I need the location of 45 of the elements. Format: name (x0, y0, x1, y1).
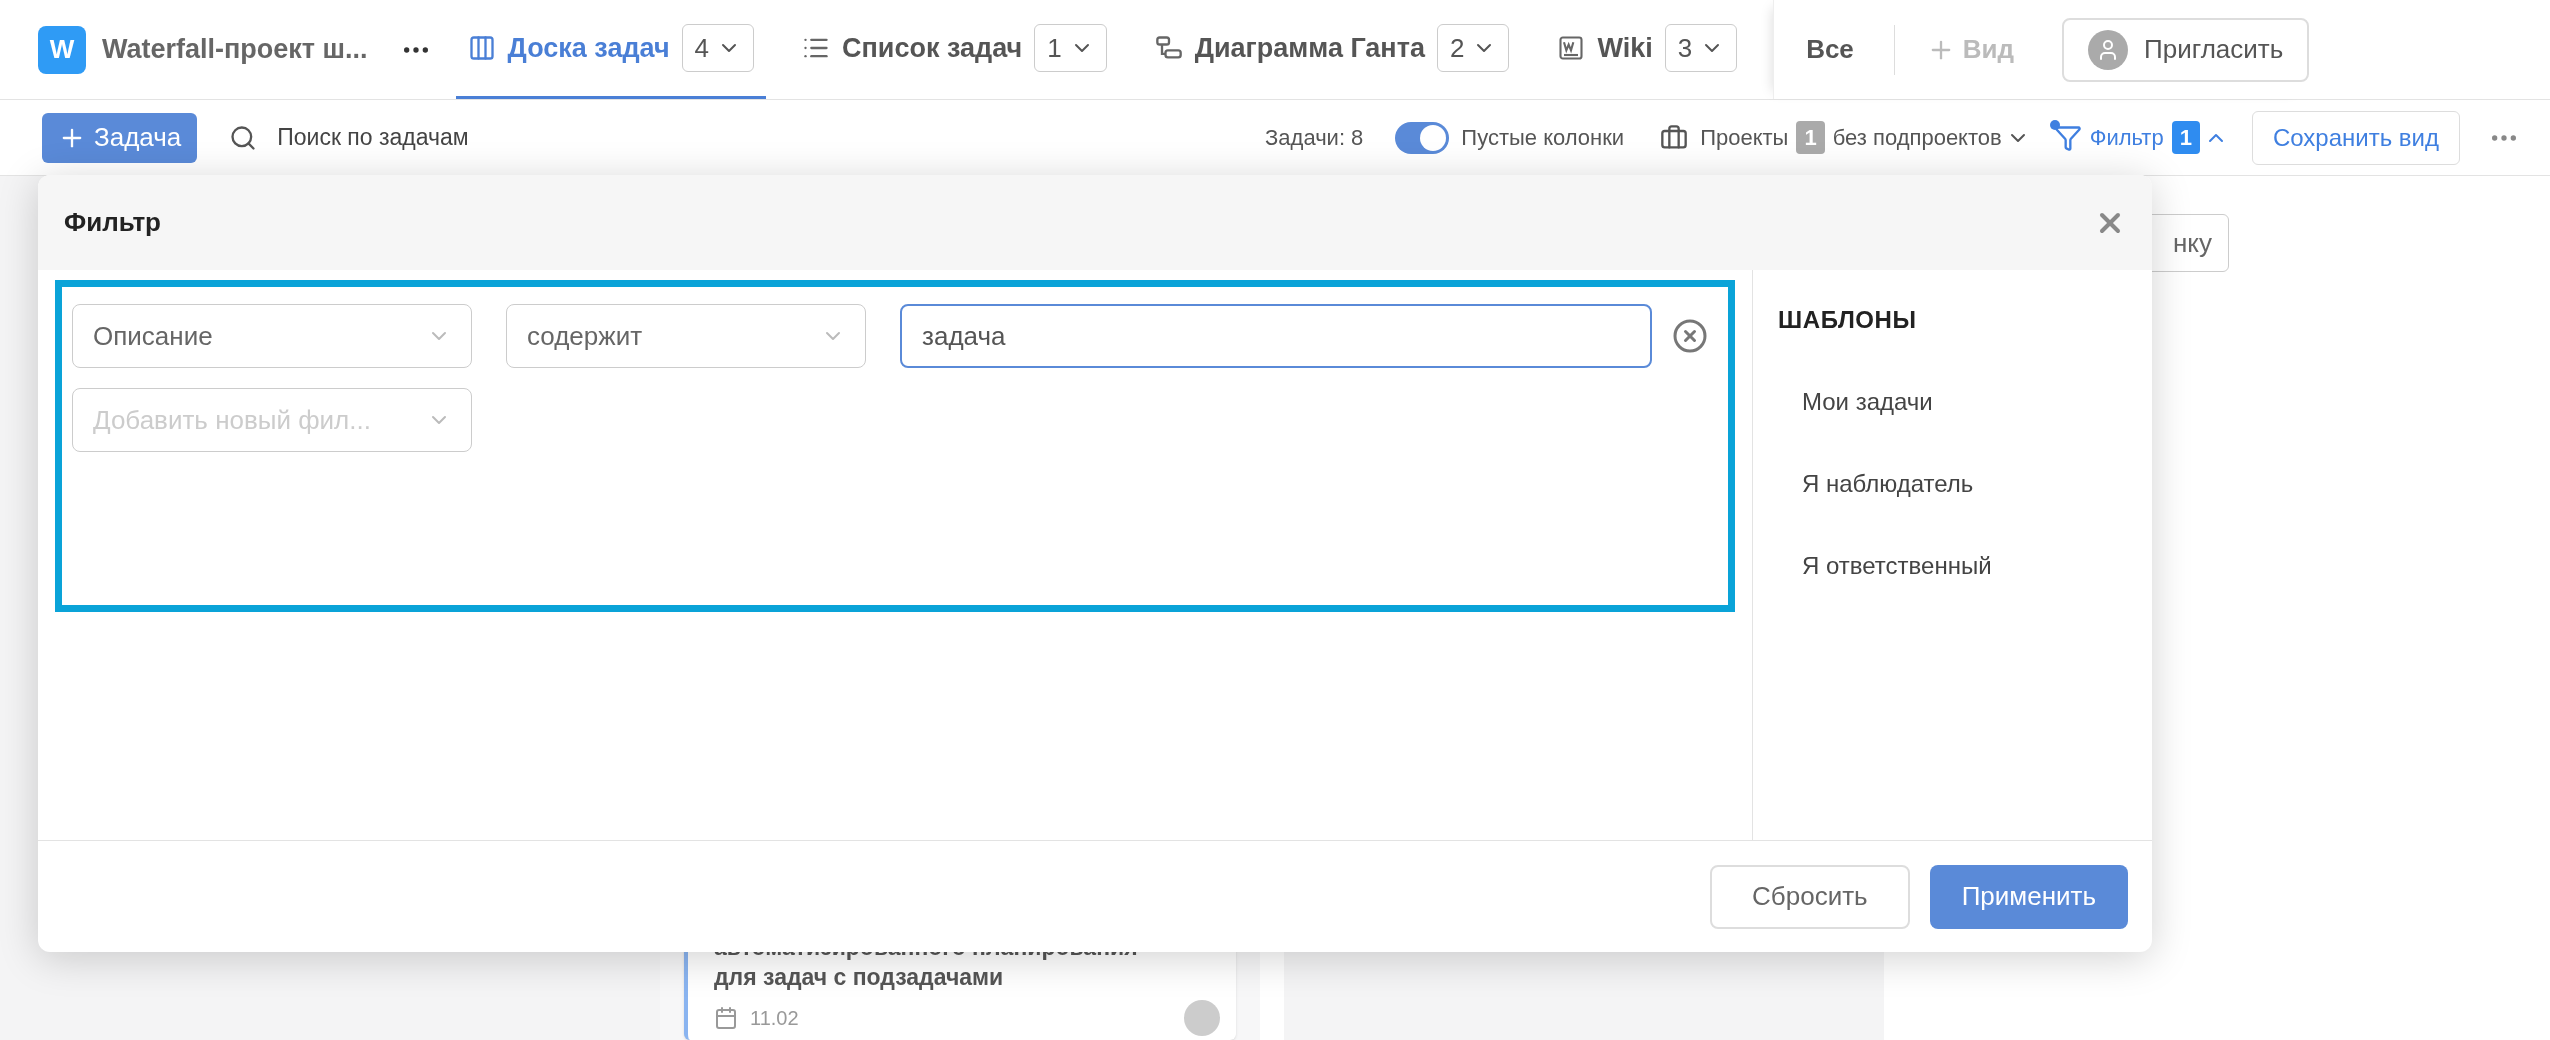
project-name[interactable]: Waterfall-проект ш... (102, 29, 368, 70)
view-tab[interactable]: Диаграмма Ганта 2 (1142, 0, 1522, 99)
view-count-dropdown[interactable]: 3 (1664, 24, 1738, 72)
view-count-dropdown[interactable]: 2 (1436, 24, 1510, 72)
board-icon (467, 34, 496, 62)
field-select[interactable]: Описание (72, 304, 472, 368)
card-date: 11.02 (750, 1006, 799, 1031)
user-avatar-icon (2088, 29, 2129, 70)
dialog-title: Фильтр (64, 206, 161, 239)
avatar (1184, 1000, 1220, 1036)
save-view-button[interactable]: Сохранить вид (2251, 110, 2460, 165)
template-item[interactable]: Я ответственный (1802, 546, 2152, 586)
view-label: Wiki (1597, 31, 1653, 65)
task-count: Задачи: 8 (1265, 124, 1364, 152)
gantt-icon (1154, 34, 1183, 62)
view-label: Список задач (842, 31, 1023, 65)
view-label: Доска задач (507, 31, 670, 65)
briefcase-icon (1660, 123, 1689, 152)
search-icon (229, 123, 258, 152)
all-views-link[interactable]: Все (1806, 30, 1854, 69)
value-field[interactable]: задача (900, 304, 1652, 368)
operator-select[interactable]: содержит (506, 304, 866, 368)
reset-button[interactable]: Сбросить (1710, 864, 1910, 929)
filter-label[interactable]: Фильтр (2089, 121, 2164, 154)
empty-columns-toggle[interactable] (1395, 121, 1450, 154)
filter-badge: 1 (2171, 121, 2200, 154)
view-tab[interactable]: Список задач 1 (790, 0, 1119, 99)
filter-icon (2053, 123, 2082, 152)
view-tab[interactable]: Доска задач 4 (455, 0, 767, 99)
projects-badge: 1 (1796, 121, 1825, 154)
search-field[interactable]: Поиск по задачам (277, 120, 469, 155)
projects-scope[interactable]: без подпроектов (1832, 121, 2002, 154)
view-count-dropdown[interactable]: 1 (1034, 24, 1107, 72)
invite-button[interactable]: Пригласить (2062, 17, 2310, 82)
template-item[interactable]: Я наблюдатель (1802, 464, 2152, 504)
wiki-icon (1557, 34, 1586, 62)
projects-label[interactable]: Проекты (1700, 121, 1789, 154)
remove-filter-icon[interactable] (1672, 318, 1708, 354)
view-count-dropdown[interactable]: 4 (681, 24, 755, 72)
empty-columns-label: Пустые колонки (1461, 124, 1625, 152)
templates-heading: ШАБЛОНЫ (1778, 305, 1918, 335)
calendar-icon (714, 1006, 738, 1030)
template-item[interactable]: Мои задачи (1802, 382, 2152, 422)
view-label: Диаграмма Ганта (1194, 31, 1425, 65)
view-tab[interactable]: Wiki 3 (1545, 0, 1750, 99)
